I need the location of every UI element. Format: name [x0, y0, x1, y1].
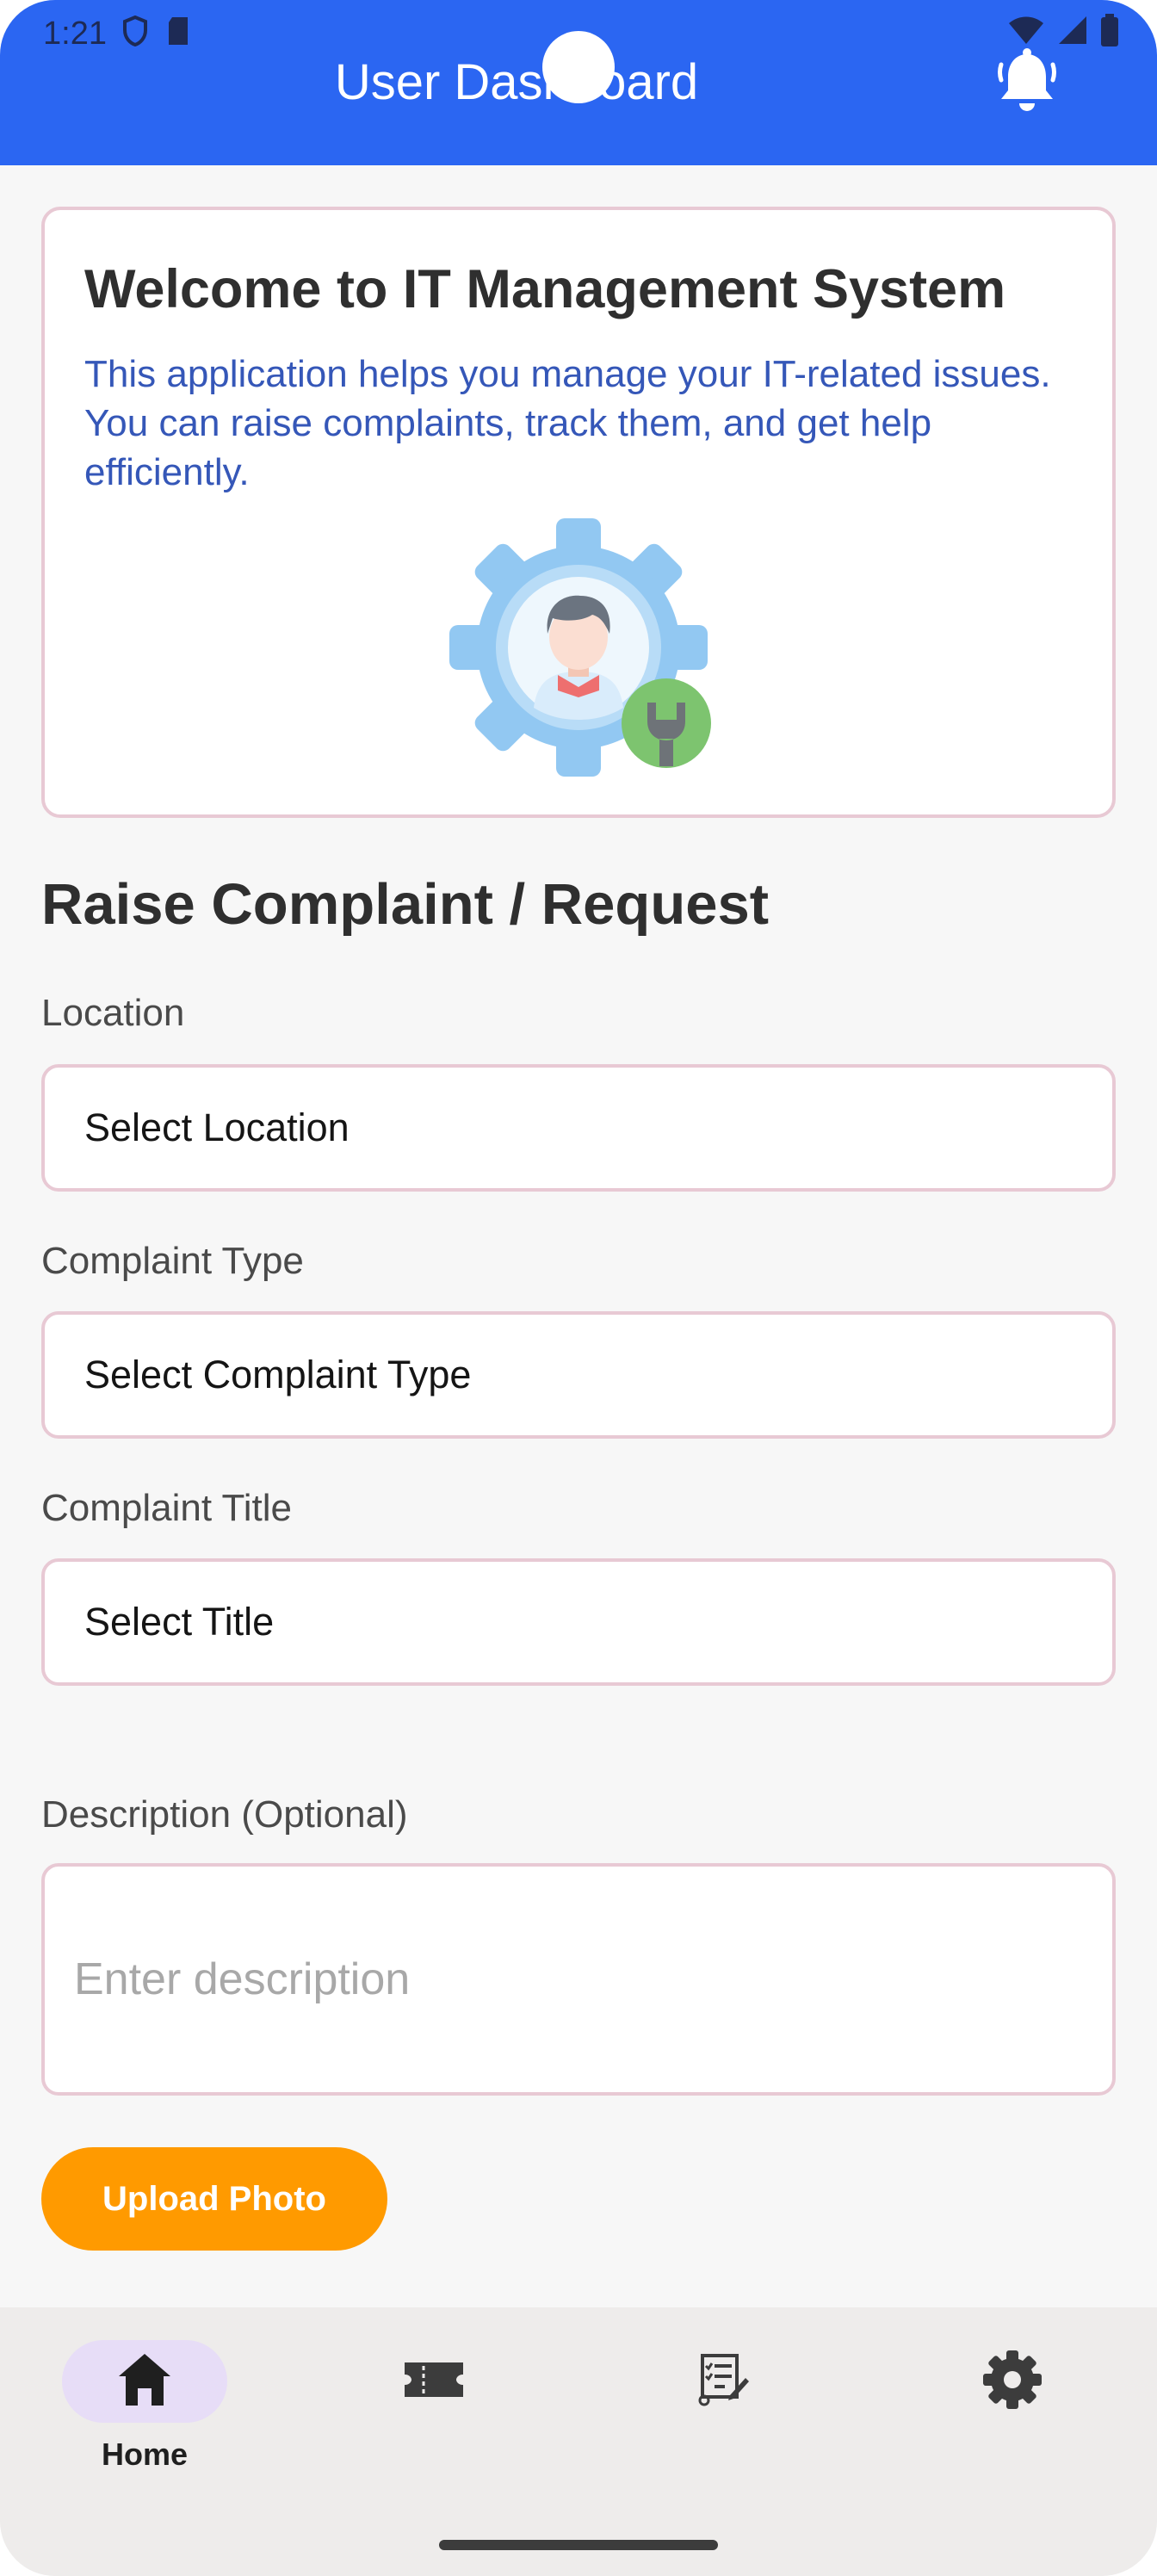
- complaint-type-label: Complaint Type: [41, 1240, 304, 1282]
- app-header: 1:21 User Dashboard: [0, 0, 1157, 165]
- task-list-icon: [696, 2352, 751, 2412]
- app-screen: 1:21 User Dashboard Welcome to IT Manage…: [0, 0, 1157, 2576]
- location-select-value: Select Location: [84, 1105, 350, 1149]
- welcome-card: Welcome to IT Management System This app…: [41, 207, 1116, 818]
- upload-photo-button[interactable]: Upload Photo: [41, 2147, 387, 2251]
- complaint-type-select[interactable]: Select Complaint Type: [41, 1311, 1116, 1439]
- status-left-icons: [122, 15, 191, 51]
- sd-card-icon: [165, 15, 191, 51]
- location-label: Location: [41, 992, 185, 1034]
- welcome-title: Welcome to IT Management System: [84, 259, 1006, 319]
- description-field[interactable]: [41, 1863, 1116, 2096]
- description-input[interactable]: [74, 1954, 1112, 2005]
- settings-gear-icon: [981, 2349, 1043, 2415]
- description-label: Description (Optional): [41, 1793, 408, 1836]
- battery-icon: [1100, 14, 1119, 51]
- nav-item-settings[interactable]: [868, 2307, 1157, 2531]
- nav-item-tickets[interactable]: [289, 2307, 578, 2531]
- home-icon: [114, 2349, 176, 2415]
- nav-tickets-pill: [351, 2340, 517, 2423]
- shield-icon: [122, 15, 148, 51]
- nav-item-tasks[interactable]: [578, 2307, 868, 2531]
- page-title: User Dashboard: [334, 54, 699, 110]
- location-select[interactable]: Select Location: [41, 1064, 1116, 1192]
- nav-settings-pill: [930, 2340, 1095, 2423]
- complaint-title-select-value: Select Title: [84, 1600, 275, 1644]
- home-indicator: [439, 2540, 718, 2550]
- complaint-type-select-value: Select Complaint Type: [84, 1353, 472, 1396]
- complaint-title-label: Complaint Title: [41, 1487, 293, 1529]
- status-time: 1:21: [43, 15, 107, 52]
- nav-tasks-pill: [640, 2340, 806, 2423]
- welcome-description: This application helps you manage your I…: [84, 353, 1051, 493]
- nav-label-home: Home: [101, 2437, 189, 2472]
- it-support-gear-icon: [449, 518, 725, 794]
- bell-icon: [991, 46, 1063, 122]
- section-title: Raise Complaint / Request: [41, 872, 770, 937]
- notification-button[interactable]: [987, 43, 1067, 124]
- ticket-icon: [403, 2359, 465, 2405]
- nav-item-home[interactable]: Home: [0, 2307, 289, 2531]
- bottom-navigation: Home: [0, 2307, 1157, 2576]
- nav-home-pill: [62, 2340, 227, 2423]
- complaint-title-select[interactable]: Select Title: [41, 1558, 1116, 1686]
